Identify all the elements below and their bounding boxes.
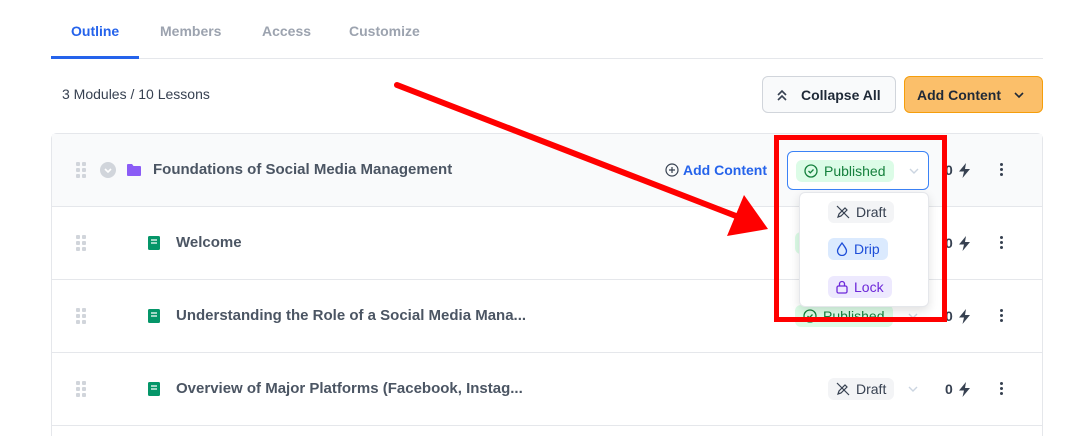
red-arrow-annotation [394,82,768,236]
